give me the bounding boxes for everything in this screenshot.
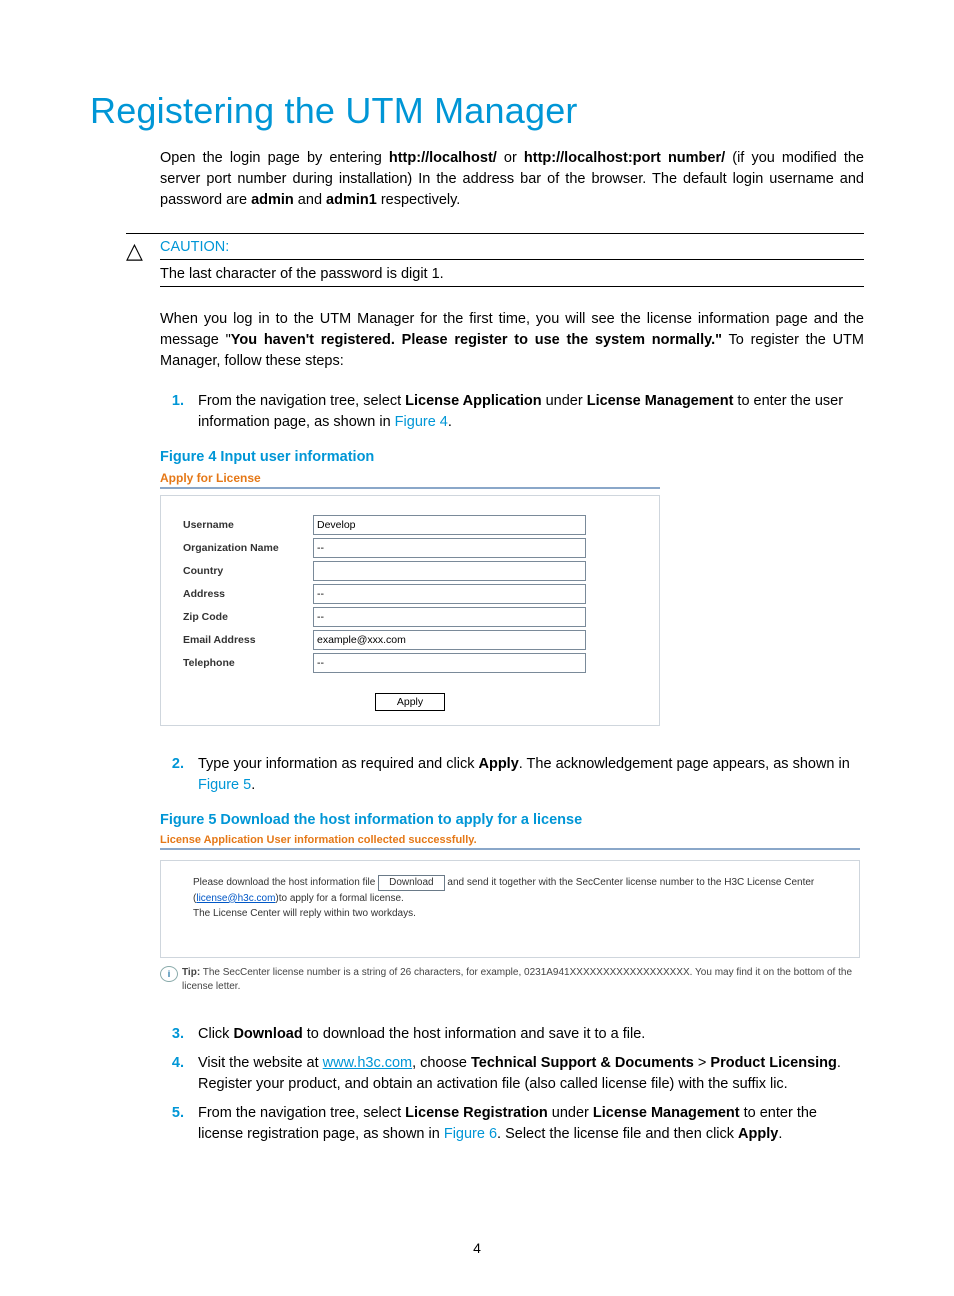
h3c-website-link[interactable]: www.h3c.com xyxy=(323,1055,412,1071)
step-3: Click Download to download the host info… xyxy=(188,1020,864,1049)
text: . The acknowledgement page appears, as s… xyxy=(519,756,850,772)
step-2: Type your information as required and cl… xyxy=(188,750,864,800)
step-5: From the navigation tree, select License… xyxy=(188,1099,864,1149)
text-bold: Technical Support & Documents xyxy=(471,1055,694,1071)
figure-5-link[interactable]: Figure 5 xyxy=(198,777,251,793)
text: respectively. xyxy=(377,192,461,208)
figure-5-caption: Figure 5 Download the host information t… xyxy=(160,812,864,828)
figure-6-link[interactable]: Figure 6 xyxy=(444,1126,497,1142)
text: and xyxy=(294,192,326,208)
zip-input[interactable] xyxy=(313,607,586,627)
caution-icon: △ xyxy=(126,234,160,264)
text: or xyxy=(497,150,524,166)
text-bold: http://localhost:port number/ xyxy=(524,150,725,166)
text-bold: License Management xyxy=(593,1105,740,1121)
text-bold: Product Licensing xyxy=(710,1055,837,1071)
text: . xyxy=(448,414,452,430)
intro-paragraph: Open the login page by entering http://l… xyxy=(160,148,864,211)
apply-license-heading: Apply for License xyxy=(160,469,660,489)
text: . Select the license file and then click xyxy=(497,1126,738,1142)
text-bold: admin1 xyxy=(326,192,377,208)
org-input[interactable] xyxy=(313,538,586,558)
page-title: Registering the UTM Manager xyxy=(90,90,864,132)
download-box: Please download the host information fil… xyxy=(160,860,860,958)
username-input[interactable] xyxy=(313,515,586,535)
text-bold: Download xyxy=(233,1026,302,1042)
caution-label: CAUTION: xyxy=(160,234,864,260)
text: . xyxy=(251,777,255,793)
license-form: Username Organization Name Country Addre… xyxy=(160,495,660,726)
tel-input[interactable] xyxy=(313,653,586,673)
text-bold: License Management xyxy=(587,393,734,409)
text: . xyxy=(778,1126,782,1142)
text: Open the login page by entering xyxy=(160,150,389,166)
text-bold: You haven't registered. Please register … xyxy=(231,332,722,348)
text: Click xyxy=(198,1026,233,1042)
text: , choose xyxy=(412,1055,471,1071)
figure-4-link[interactable]: Figure 4 xyxy=(395,414,448,430)
text: Type your information as required and cl… xyxy=(198,756,478,772)
username-label: Username xyxy=(183,519,313,531)
apply-button[interactable]: Apply xyxy=(375,693,445,711)
paragraph: When you log in to the UTM Manager for t… xyxy=(160,309,864,372)
text-bold: License Registration xyxy=(405,1105,548,1121)
text: From the navigation tree, select xyxy=(198,393,405,409)
email-label: Email Address xyxy=(183,634,313,646)
email-input[interactable] xyxy=(313,630,586,650)
tip-text: The SecCenter license number is a string… xyxy=(182,967,852,992)
page-number: 4 xyxy=(0,1240,954,1256)
text: under xyxy=(542,393,587,409)
text-bold: Apply xyxy=(738,1126,778,1142)
tel-label: Telephone xyxy=(183,657,313,669)
caution-block: △ CAUTION: The last character of the pas… xyxy=(126,233,864,287)
figure-4-caption: Figure 4 Input user information xyxy=(160,449,864,465)
figure-4: Apply for License Username Organization … xyxy=(160,469,660,726)
text-bold: License Application xyxy=(405,393,541,409)
text-bold: Apply xyxy=(478,756,518,772)
address-label: Address xyxy=(183,588,313,600)
text-bold: admin xyxy=(251,192,294,208)
text: From the navigation tree, select xyxy=(198,1105,405,1121)
figure-5: License Application User information col… xyxy=(160,832,860,994)
text: > xyxy=(694,1055,711,1071)
step-1: From the navigation tree, select License… xyxy=(188,387,864,437)
country-label: Country xyxy=(183,565,313,577)
org-label: Organization Name xyxy=(183,542,313,554)
download-button[interactable]: Download xyxy=(378,875,444,891)
text-bold: http://localhost/ xyxy=(389,150,497,166)
text: The License Center will reply within two… xyxy=(193,908,416,919)
text: to download the host information and sav… xyxy=(303,1026,646,1042)
info-icon: i xyxy=(160,966,178,982)
tip-label: Tip: xyxy=(182,967,200,978)
tip-row: i Tip: The SecCenter license number is a… xyxy=(160,966,860,994)
text: under xyxy=(548,1105,593,1121)
address-input[interactable] xyxy=(313,584,586,604)
license-email-link[interactable]: license@h3c.com xyxy=(196,893,275,904)
text: Please download the host information fil… xyxy=(193,877,378,888)
country-input[interactable] xyxy=(313,561,586,581)
text: Visit the website at xyxy=(198,1055,323,1071)
caution-text: The last character of the password is di… xyxy=(160,260,864,287)
fig5-heading: License Application User information col… xyxy=(160,832,860,850)
zip-label: Zip Code xyxy=(183,611,313,623)
step-4: Visit the website at www.h3c.com, choose… xyxy=(188,1049,864,1099)
text: )to apply for a formal license. xyxy=(275,893,403,904)
